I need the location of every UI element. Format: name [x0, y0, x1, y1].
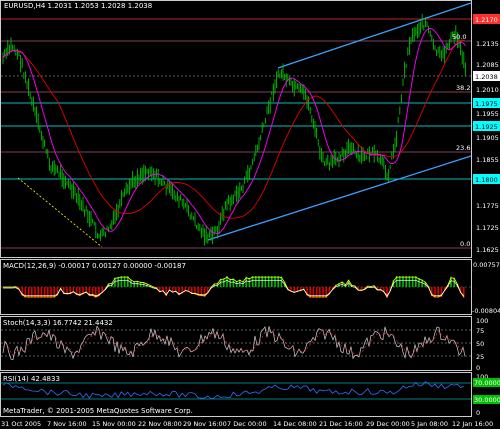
macd-tick: 0.00757 — [473, 261, 500, 269]
time-label: 31 Oct 2005 — [1, 420, 41, 428]
rsi-title: RSI(14) 42.4833 — [3, 375, 60, 383]
price-tick: 1.1905 — [476, 134, 499, 142]
time-label: 7 Nov 16:00 — [47, 420, 87, 428]
stoch-tick: 25 — [476, 353, 484, 361]
panel-frames — [0, 0, 472, 417]
macd-title: MACD(12,26,9) -0.00017 0.00127 0.00000 -… — [3, 262, 186, 270]
rsi-tick: 30.0000 — [474, 396, 500, 404]
time-label: 29 Dec 00:00 — [366, 420, 410, 428]
moving-average-fast-line — [2, 28, 466, 235]
price-tick: 1.2010 — [476, 86, 499, 94]
time-label: 5 Jan 08:00 — [411, 420, 448, 428]
rsi-tick: 70.0000 — [474, 379, 500, 387]
fib-label-0: 0.0 — [460, 240, 470, 248]
fib-label-236: 23.6 — [456, 144, 470, 152]
stoch-tick: 50 — [476, 340, 484, 348]
moving-average-slow-line — [2, 39, 466, 219]
trading-chart[interactable]: EURUSD,H4 1.2031 1.2053 1.2028 1.2038 50… — [0, 0, 500, 429]
price-tick: 1.1955 — [476, 110, 499, 118]
price-tick: 1.1725 — [476, 224, 499, 232]
time-label: 7 Dec 00:00 — [227, 420, 267, 428]
copyright-text: MetaTrader, © 2001-2005 MetaQuotes Softw… — [3, 407, 193, 415]
time-label: 22 Nov 08:00 — [138, 420, 182, 428]
macd-tick: -0.00804 — [472, 307, 500, 315]
main-panel-frame — [0, 0, 472, 258]
rsi-tick: 0 — [476, 409, 480, 417]
price-bars — [2, 13, 466, 246]
resistance-price-label: 1.2170 — [475, 16, 498, 24]
time-label: 29 Nov 16:00 — [183, 420, 227, 428]
support-price-label-2: 1.1925 — [475, 123, 498, 131]
price-tick: 1.1855 — [476, 156, 499, 164]
current-price-label: 1.2038 — [475, 73, 498, 81]
price-tick: 1.2085 — [476, 61, 499, 69]
support-price-label-1: 1.1975 — [475, 100, 498, 108]
stoch-tick: 75 — [476, 327, 484, 335]
fib-labels: 50.0 38.2 23.6 0.0 — [452, 33, 470, 248]
time-label: 15 Nov 00:00 — [92, 420, 136, 428]
symbol-info-header: EURUSD,H4 1.2031 1.2053 1.2028 1.2038 — [4, 2, 152, 10]
rsi-line — [2, 381, 464, 400]
fib-label-50: 50.0 — [452, 33, 466, 41]
time-label: 14 Dec 08:00 — [273, 420, 317, 428]
price-tick: 1.1775 — [476, 202, 499, 210]
stoch-tick: 100 — [476, 317, 488, 325]
time-axis: 31 Oct 2005 7 Nov 16:00 15 Nov 00:00 22 … — [1, 420, 493, 428]
price-tick: 1.2135 — [476, 40, 499, 48]
stoch-tick: 0 — [476, 364, 480, 372]
price-tick: 1.1625 — [476, 246, 499, 254]
stoch-levels — [1, 329, 471, 357]
stoch-title: Stoch(14,3,3) 16.7742 21.4432 — [3, 319, 113, 327]
time-label: 12 Jan 16:00 — [452, 420, 493, 428]
support-price-label-3: 1.1800 — [475, 176, 498, 184]
fib-label-382: 38.2 — [456, 84, 470, 92]
channel-upper-line[interactable] — [277, 2, 472, 69]
time-label: 21 Dec 16:00 — [319, 420, 363, 428]
